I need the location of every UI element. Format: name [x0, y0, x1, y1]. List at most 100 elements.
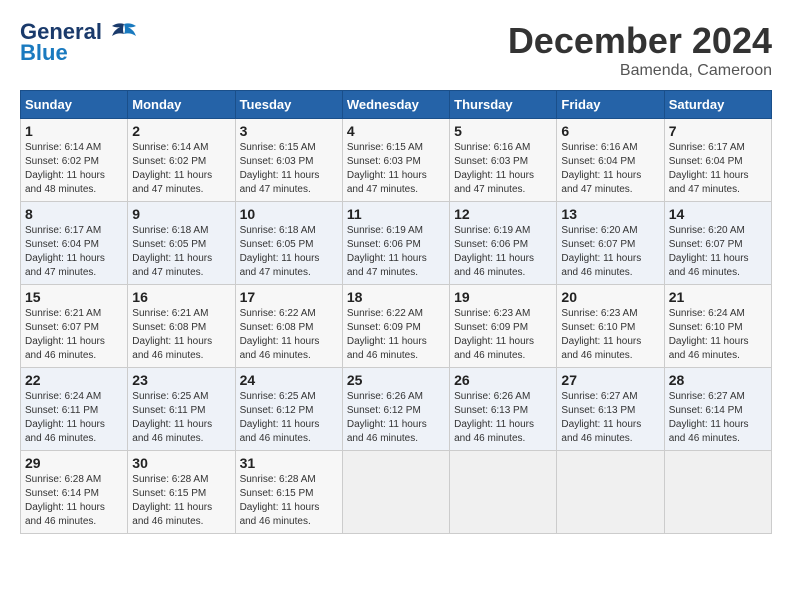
page-header: General Blue December 2024 Bamenda, Came…: [20, 20, 772, 80]
day-number: 23: [132, 372, 230, 388]
day-info: Sunrise: 6:26 AM Sunset: 6:13 PM Dayligh…: [454, 390, 552, 446]
day-info: Sunrise: 6:28 AM Sunset: 6:15 PM Dayligh…: [240, 473, 338, 529]
calendar-header-row: SundayMondayTuesdayWednesdayThursdayFrid…: [21, 91, 772, 119]
day-number: 9: [132, 206, 230, 222]
calendar-day-cell: [557, 451, 664, 534]
day-info: Sunrise: 6:25 AM Sunset: 6:12 PM Dayligh…: [240, 390, 338, 446]
day-info: Sunrise: 6:22 AM Sunset: 6:08 PM Dayligh…: [240, 307, 338, 363]
day-info: Sunrise: 6:20 AM Sunset: 6:07 PM Dayligh…: [669, 224, 767, 280]
calendar-day-cell: [664, 451, 771, 534]
calendar-day-cell: 14 Sunrise: 6:20 AM Sunset: 6:07 PM Dayl…: [664, 202, 771, 285]
day-info: Sunrise: 6:27 AM Sunset: 6:14 PM Dayligh…: [669, 390, 767, 446]
day-number: 3: [240, 123, 338, 139]
day-info: Sunrise: 6:28 AM Sunset: 6:15 PM Dayligh…: [132, 473, 230, 529]
calendar-table: SundayMondayTuesdayWednesdayThursdayFrid…: [20, 90, 772, 534]
day-number: 8: [25, 206, 123, 222]
month-title: December 2024: [508, 20, 772, 62]
calendar-day-cell: 6 Sunrise: 6:16 AM Sunset: 6:04 PM Dayli…: [557, 119, 664, 202]
day-number: 22: [25, 372, 123, 388]
day-number: 31: [240, 455, 338, 471]
day-number: 29: [25, 455, 123, 471]
calendar-day-cell: 8 Sunrise: 6:17 AM Sunset: 6:04 PM Dayli…: [21, 202, 128, 285]
day-info: Sunrise: 6:23 AM Sunset: 6:10 PM Dayligh…: [561, 307, 659, 363]
day-info: Sunrise: 6:17 AM Sunset: 6:04 PM Dayligh…: [669, 141, 767, 197]
day-number: 25: [347, 372, 445, 388]
day-info: Sunrise: 6:17 AM Sunset: 6:04 PM Dayligh…: [25, 224, 123, 280]
day-number: 16: [132, 289, 230, 305]
calendar-day-cell: 11 Sunrise: 6:19 AM Sunset: 6:06 PM Dayl…: [342, 202, 449, 285]
calendar-day-cell: 20 Sunrise: 6:23 AM Sunset: 6:10 PM Dayl…: [557, 285, 664, 368]
weekday-header-wednesday: Wednesday: [342, 91, 449, 119]
calendar-day-cell: 15 Sunrise: 6:21 AM Sunset: 6:07 PM Dayl…: [21, 285, 128, 368]
day-info: Sunrise: 6:15 AM Sunset: 6:03 PM Dayligh…: [240, 141, 338, 197]
calendar-day-cell: 12 Sunrise: 6:19 AM Sunset: 6:06 PM Dayl…: [450, 202, 557, 285]
calendar-day-cell: 4 Sunrise: 6:15 AM Sunset: 6:03 PM Dayli…: [342, 119, 449, 202]
day-number: 19: [454, 289, 552, 305]
calendar-week-row: 15 Sunrise: 6:21 AM Sunset: 6:07 PM Dayl…: [21, 285, 772, 368]
calendar-week-row: 8 Sunrise: 6:17 AM Sunset: 6:04 PM Dayli…: [21, 202, 772, 285]
calendar-day-cell: 29 Sunrise: 6:28 AM Sunset: 6:14 PM Dayl…: [21, 451, 128, 534]
day-info: Sunrise: 6:18 AM Sunset: 6:05 PM Dayligh…: [240, 224, 338, 280]
day-number: 26: [454, 372, 552, 388]
weekday-header-thursday: Thursday: [450, 91, 557, 119]
day-info: Sunrise: 6:18 AM Sunset: 6:05 PM Dayligh…: [132, 224, 230, 280]
day-number: 10: [240, 206, 338, 222]
day-info: Sunrise: 6:24 AM Sunset: 6:11 PM Dayligh…: [25, 390, 123, 446]
day-info: Sunrise: 6:16 AM Sunset: 6:03 PM Dayligh…: [454, 141, 552, 197]
weekday-header-saturday: Saturday: [664, 91, 771, 119]
calendar-day-cell: 31 Sunrise: 6:28 AM Sunset: 6:15 PM Dayl…: [235, 451, 342, 534]
calendar-day-cell: 25 Sunrise: 6:26 AM Sunset: 6:12 PM Dayl…: [342, 368, 449, 451]
day-number: 5: [454, 123, 552, 139]
day-info: Sunrise: 6:27 AM Sunset: 6:13 PM Dayligh…: [561, 390, 659, 446]
day-info: Sunrise: 6:19 AM Sunset: 6:06 PM Dayligh…: [347, 224, 445, 280]
day-number: 18: [347, 289, 445, 305]
day-number: 20: [561, 289, 659, 305]
calendar-day-cell: [450, 451, 557, 534]
day-number: 17: [240, 289, 338, 305]
calendar-day-cell: [342, 451, 449, 534]
weekday-header-monday: Monday: [128, 91, 235, 119]
day-number: 15: [25, 289, 123, 305]
calendar-day-cell: 21 Sunrise: 6:24 AM Sunset: 6:10 PM Dayl…: [664, 285, 771, 368]
day-number: 6: [561, 123, 659, 139]
calendar-day-cell: 2 Sunrise: 6:14 AM Sunset: 6:02 PM Dayli…: [128, 119, 235, 202]
logo-blue-text: Blue: [20, 40, 68, 66]
day-info: Sunrise: 6:14 AM Sunset: 6:02 PM Dayligh…: [25, 141, 123, 197]
weekday-header-tuesday: Tuesday: [235, 91, 342, 119]
calendar-day-cell: 22 Sunrise: 6:24 AM Sunset: 6:11 PM Dayl…: [21, 368, 128, 451]
day-number: 13: [561, 206, 659, 222]
location-title: Bamenda, Cameroon: [508, 62, 772, 80]
day-info: Sunrise: 6:21 AM Sunset: 6:07 PM Dayligh…: [25, 307, 123, 363]
day-number: 14: [669, 206, 767, 222]
calendar-week-row: 29 Sunrise: 6:28 AM Sunset: 6:14 PM Dayl…: [21, 451, 772, 534]
day-info: Sunrise: 6:21 AM Sunset: 6:08 PM Dayligh…: [132, 307, 230, 363]
day-info: Sunrise: 6:26 AM Sunset: 6:12 PM Dayligh…: [347, 390, 445, 446]
weekday-header-sunday: Sunday: [21, 91, 128, 119]
calendar-day-cell: 17 Sunrise: 6:22 AM Sunset: 6:08 PM Dayl…: [235, 285, 342, 368]
day-number: 2: [132, 123, 230, 139]
calendar-day-cell: 27 Sunrise: 6:27 AM Sunset: 6:13 PM Dayl…: [557, 368, 664, 451]
calendar-day-cell: 28 Sunrise: 6:27 AM Sunset: 6:14 PM Dayl…: [664, 368, 771, 451]
day-info: Sunrise: 6:22 AM Sunset: 6:09 PM Dayligh…: [347, 307, 445, 363]
calendar-day-cell: 7 Sunrise: 6:17 AM Sunset: 6:04 PM Dayli…: [664, 119, 771, 202]
calendar-day-cell: 13 Sunrise: 6:20 AM Sunset: 6:07 PM Dayl…: [557, 202, 664, 285]
calendar-day-cell: 24 Sunrise: 6:25 AM Sunset: 6:12 PM Dayl…: [235, 368, 342, 451]
day-info: Sunrise: 6:23 AM Sunset: 6:09 PM Dayligh…: [454, 307, 552, 363]
day-number: 7: [669, 123, 767, 139]
logo: General Blue: [20, 20, 138, 66]
day-info: Sunrise: 6:15 AM Sunset: 6:03 PM Dayligh…: [347, 141, 445, 197]
calendar-day-cell: 16 Sunrise: 6:21 AM Sunset: 6:08 PM Dayl…: [128, 285, 235, 368]
day-number: 28: [669, 372, 767, 388]
day-info: Sunrise: 6:14 AM Sunset: 6:02 PM Dayligh…: [132, 141, 230, 197]
day-number: 12: [454, 206, 552, 222]
calendar-day-cell: 1 Sunrise: 6:14 AM Sunset: 6:02 PM Dayli…: [21, 119, 128, 202]
day-number: 30: [132, 455, 230, 471]
calendar-day-cell: 19 Sunrise: 6:23 AM Sunset: 6:09 PM Dayl…: [450, 285, 557, 368]
day-info: Sunrise: 6:19 AM Sunset: 6:06 PM Dayligh…: [454, 224, 552, 280]
calendar-day-cell: 9 Sunrise: 6:18 AM Sunset: 6:05 PM Dayli…: [128, 202, 235, 285]
day-number: 27: [561, 372, 659, 388]
calendar-day-cell: 3 Sunrise: 6:15 AM Sunset: 6:03 PM Dayli…: [235, 119, 342, 202]
day-number: 24: [240, 372, 338, 388]
day-info: Sunrise: 6:25 AM Sunset: 6:11 PM Dayligh…: [132, 390, 230, 446]
calendar-day-cell: 10 Sunrise: 6:18 AM Sunset: 6:05 PM Dayl…: [235, 202, 342, 285]
